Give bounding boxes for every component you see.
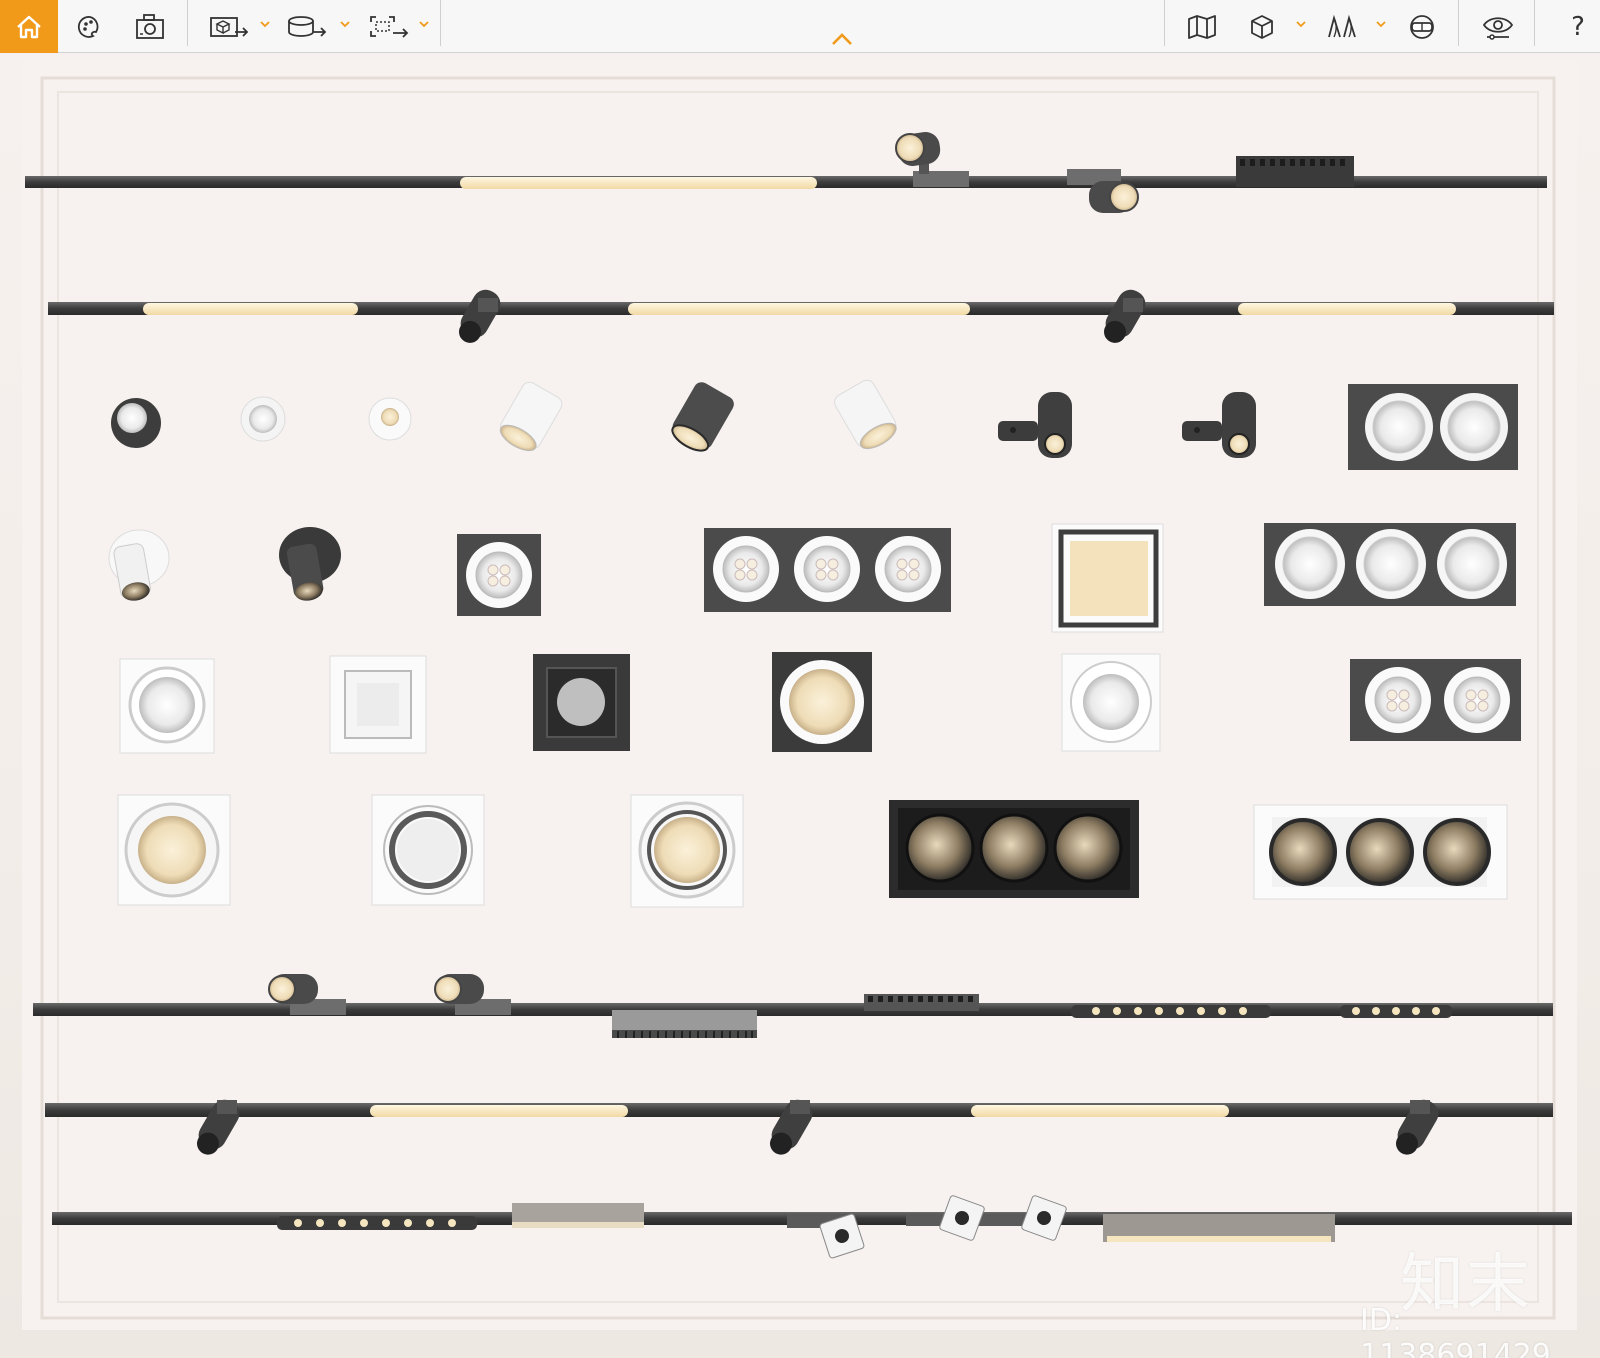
visibility-button[interactable] (1478, 0, 1518, 53)
toolbar-separator (440, 0, 441, 46)
toolbar-separator (187, 0, 188, 46)
chevron-down-icon[interactable] (1376, 20, 1386, 28)
cube-icon (1251, 14, 1273, 39)
collapse-toolbar-icon[interactable] (829, 30, 855, 48)
home-icon (17, 15, 41, 38)
frame-export-icon (370, 15, 409, 38)
lighting-catalog-render (22, 60, 1577, 1330)
cylinder-export-button[interactable] (283, 0, 331, 53)
chevron-down-icon[interactable] (1296, 20, 1306, 28)
vr-button[interactable] (1402, 0, 1442, 53)
map-button[interactable] (1182, 0, 1222, 53)
chevron-down-icon[interactable] (419, 20, 429, 28)
palette-button[interactable] (72, 0, 108, 53)
box-export-icon (210, 16, 249, 37)
eye-icon (1482, 16, 1514, 40)
palette-icon (77, 15, 99, 38)
render-viewport[interactable]: 知末 ID: 1138691429 (0, 53, 1600, 1358)
toolbar-separator (1534, 0, 1535, 46)
box-export-button[interactable] (205, 0, 253, 53)
top-toolbar: ? (0, 0, 1600, 53)
vr-headset-icon (1410, 14, 1434, 39)
chevron-down-icon[interactable] (260, 20, 270, 28)
camera-render-icon (136, 13, 164, 39)
frame-export-button[interactable] (365, 0, 413, 53)
cylinder-export-icon (288, 15, 327, 37)
render-button[interactable] (130, 0, 170, 53)
chevron-down-icon[interactable] (340, 20, 350, 28)
toolbar-separator (1458, 0, 1459, 46)
home-button[interactable] (0, 0, 58, 53)
toolbar-separator (1164, 0, 1165, 46)
cube-button[interactable] (1244, 0, 1280, 53)
watermark-id: ID: 1138691429 (1360, 1303, 1551, 1358)
help-button[interactable]: ? (1556, 0, 1600, 53)
materials-button[interactable] (1322, 0, 1362, 53)
materials-icon (1328, 14, 1356, 37)
map-icon (1188, 14, 1216, 39)
